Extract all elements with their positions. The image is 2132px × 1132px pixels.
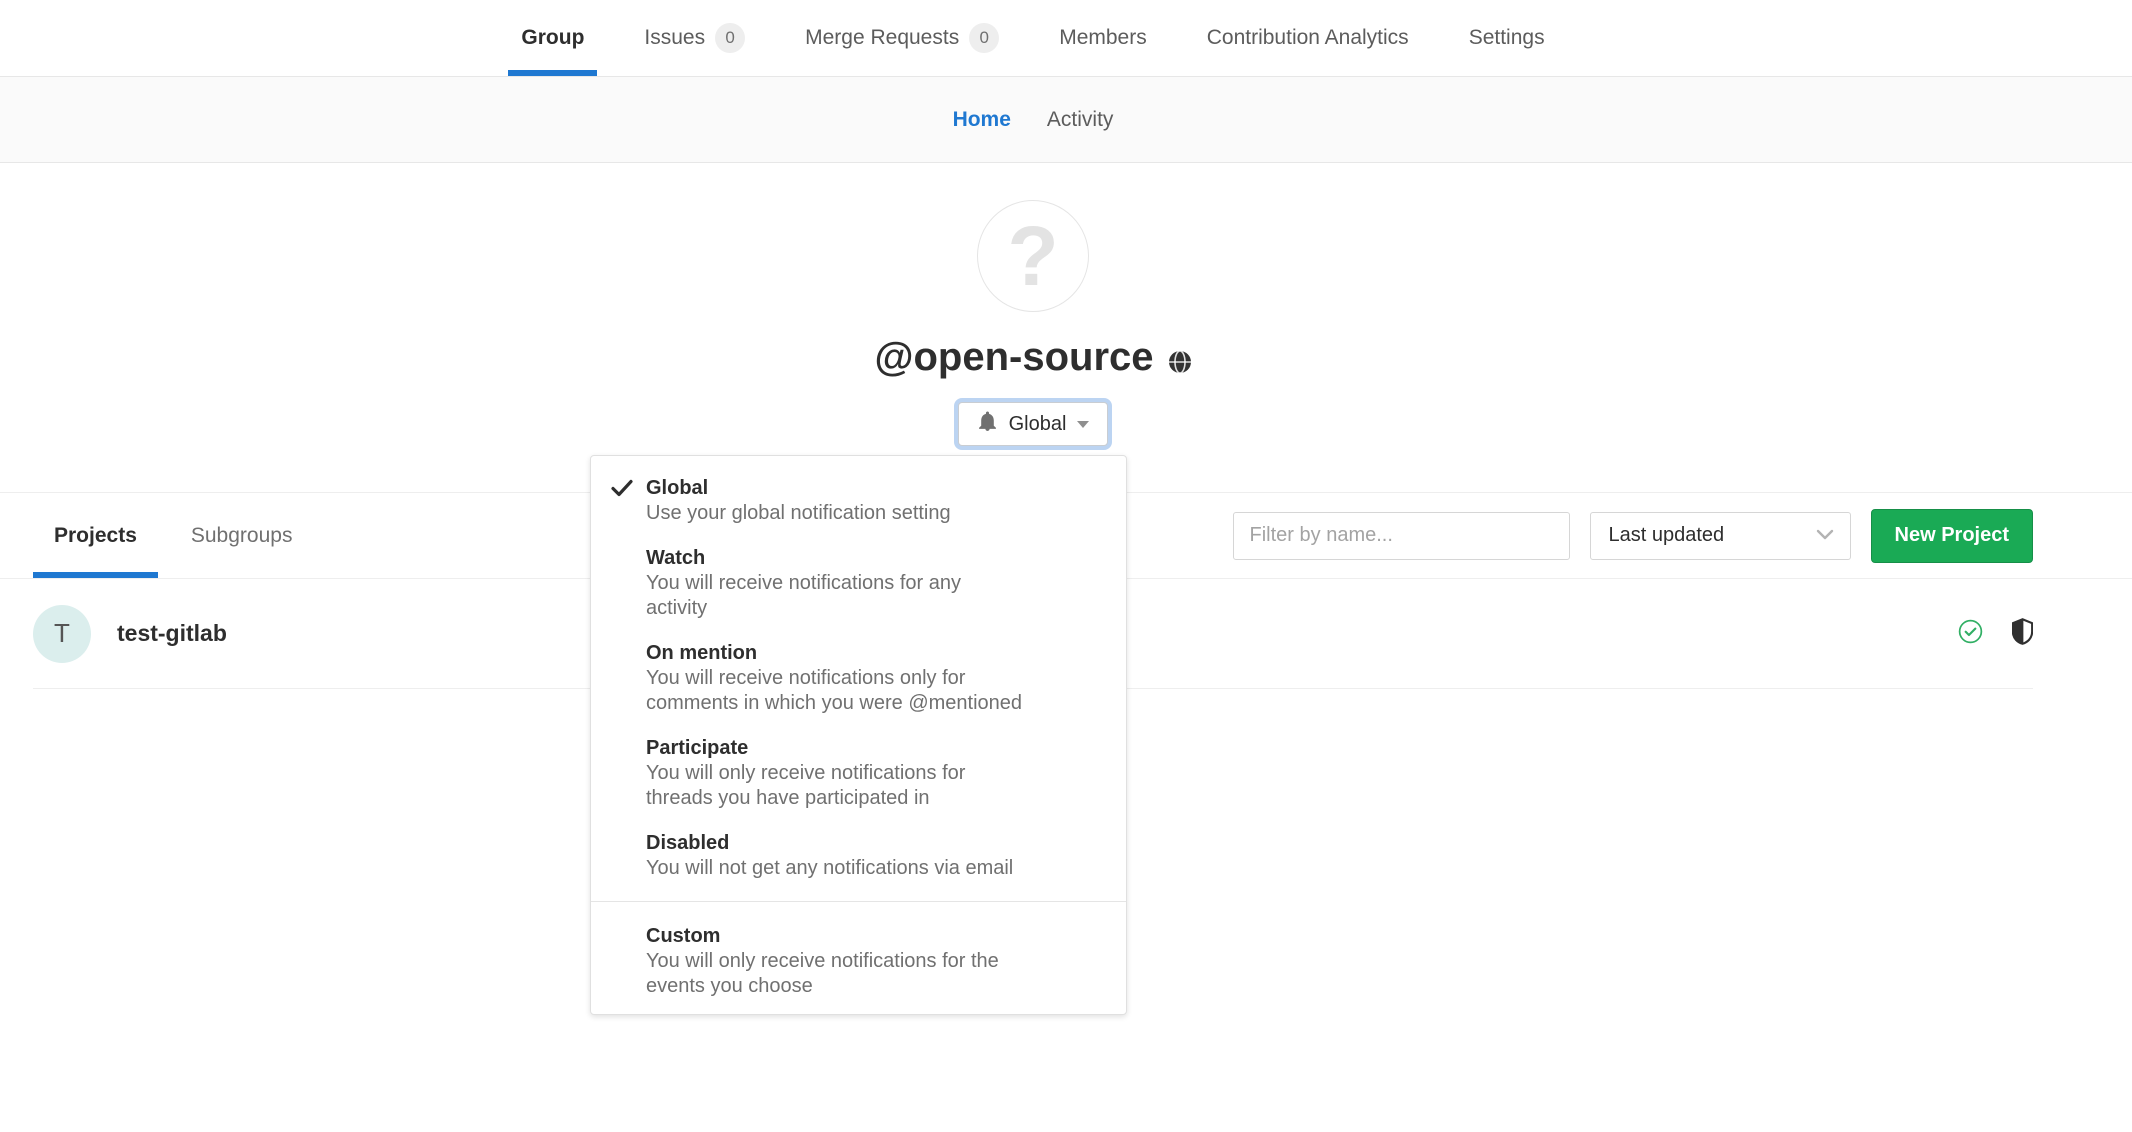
option-description: You will only receive notifications for … — [646, 761, 1098, 811]
active-tab-underline — [33, 572, 158, 578]
notification-option-global[interactable]: Global Use your global notification sett… — [591, 476, 1126, 526]
new-project-button[interactable]: New Project — [1871, 509, 2033, 563]
nav-item-settings[interactable]: Settings — [1456, 0, 1558, 76]
tab-label: Projects — [54, 524, 137, 548]
option-title: On mention — [646, 641, 1098, 666]
project-avatar: T — [33, 605, 91, 663]
option-description: You will receive notifications only for … — [646, 666, 1098, 716]
group-name: @open-source — [874, 334, 1153, 380]
subnav-item-activity[interactable]: Activity — [1047, 108, 1114, 132]
sort-dropdown-label: Last updated — [1609, 524, 1725, 547]
notification-option-watch[interactable]: Watch You will receive notifications for… — [591, 546, 1126, 621]
notification-option-participate[interactable]: Participate You will only receive notifi… — [591, 736, 1126, 811]
visibility-shield-icon — [2012, 618, 2033, 650]
group-title: @open-source — [33, 334, 2033, 380]
notification-option-on-mention[interactable]: On mention You will receive notification… — [591, 641, 1126, 716]
project-name-link[interactable]: test-gitlab — [117, 620, 227, 647]
nav-item-merge-requests[interactable]: Merge Requests 0 — [792, 0, 1012, 76]
nav-item-label: Group — [521, 26, 584, 50]
nav-item-group[interactable]: Group — [508, 0, 597, 76]
project-avatar-initial: T — [54, 618, 70, 649]
option-title: Disabled — [646, 831, 1098, 856]
notification-dropdown-button[interactable]: Global — [958, 402, 1109, 446]
group-subnav-bar: Home Activity — [0, 77, 2132, 163]
option-description: Use your global notification setting — [646, 501, 1098, 526]
bell-icon — [977, 411, 998, 438]
active-tab-underline — [508, 70, 597, 76]
option-title: Global — [646, 476, 1098, 501]
group-nav-bar: Group Issues 0 Merge Requests 0 Members … — [0, 0, 2132, 77]
merge-requests-count-badge: 0 — [969, 23, 999, 53]
nav-item-label: Issues — [644, 26, 705, 50]
option-description: You will only receive notifications for … — [646, 949, 1098, 999]
menu-divider — [591, 901, 1126, 902]
tab-label: Subgroups — [191, 524, 293, 548]
public-globe-icon — [1168, 338, 1192, 384]
tab-subgroups[interactable]: Subgroups — [170, 493, 314, 578]
avatar-placeholder: ? — [1007, 208, 1058, 305]
checkmark-icon — [611, 479, 633, 502]
nav-item-label: Merge Requests — [805, 26, 959, 50]
option-title: Watch — [646, 546, 1098, 571]
group-avatar: ? — [977, 200, 1089, 312]
caret-down-icon — [1077, 421, 1089, 428]
pipeline-status-check-circle-icon — [1958, 619, 1983, 649]
nav-item-label: Members — [1059, 26, 1147, 50]
issues-count-badge: 0 — [715, 23, 745, 53]
group-header: ? @open-source Global — [0, 163, 2132, 493]
notification-option-disabled[interactable]: Disabled You will not get any notificati… — [591, 831, 1126, 881]
chevron-down-icon — [1816, 524, 1834, 547]
notification-option-custom[interactable]: Custom You will only receive notificatio… — [591, 924, 1126, 999]
option-description: You will not get any notifications via e… — [646, 856, 1098, 881]
option-description: You will receive notifications for any a… — [646, 571, 1098, 621]
nav-item-label: Settings — [1469, 26, 1545, 50]
filter-by-name-input[interactable] — [1233, 512, 1570, 560]
nav-item-members[interactable]: Members — [1046, 0, 1160, 76]
option-title: Custom — [646, 924, 1098, 949]
subnav-item-home[interactable]: Home — [953, 108, 1011, 132]
tab-projects[interactable]: Projects — [33, 493, 158, 578]
notification-dropdown-menu: Global Use your global notification sett… — [590, 455, 1127, 1015]
nav-item-contribution-analytics[interactable]: Contribution Analytics — [1194, 0, 1422, 76]
notification-button-label: Global — [1009, 413, 1067, 436]
nav-item-label: Contribution Analytics — [1207, 26, 1409, 50]
sort-dropdown[interactable]: Last updated — [1590, 512, 1851, 560]
option-title: Participate — [646, 736, 1098, 761]
nav-item-issues[interactable]: Issues 0 — [631, 0, 758, 76]
